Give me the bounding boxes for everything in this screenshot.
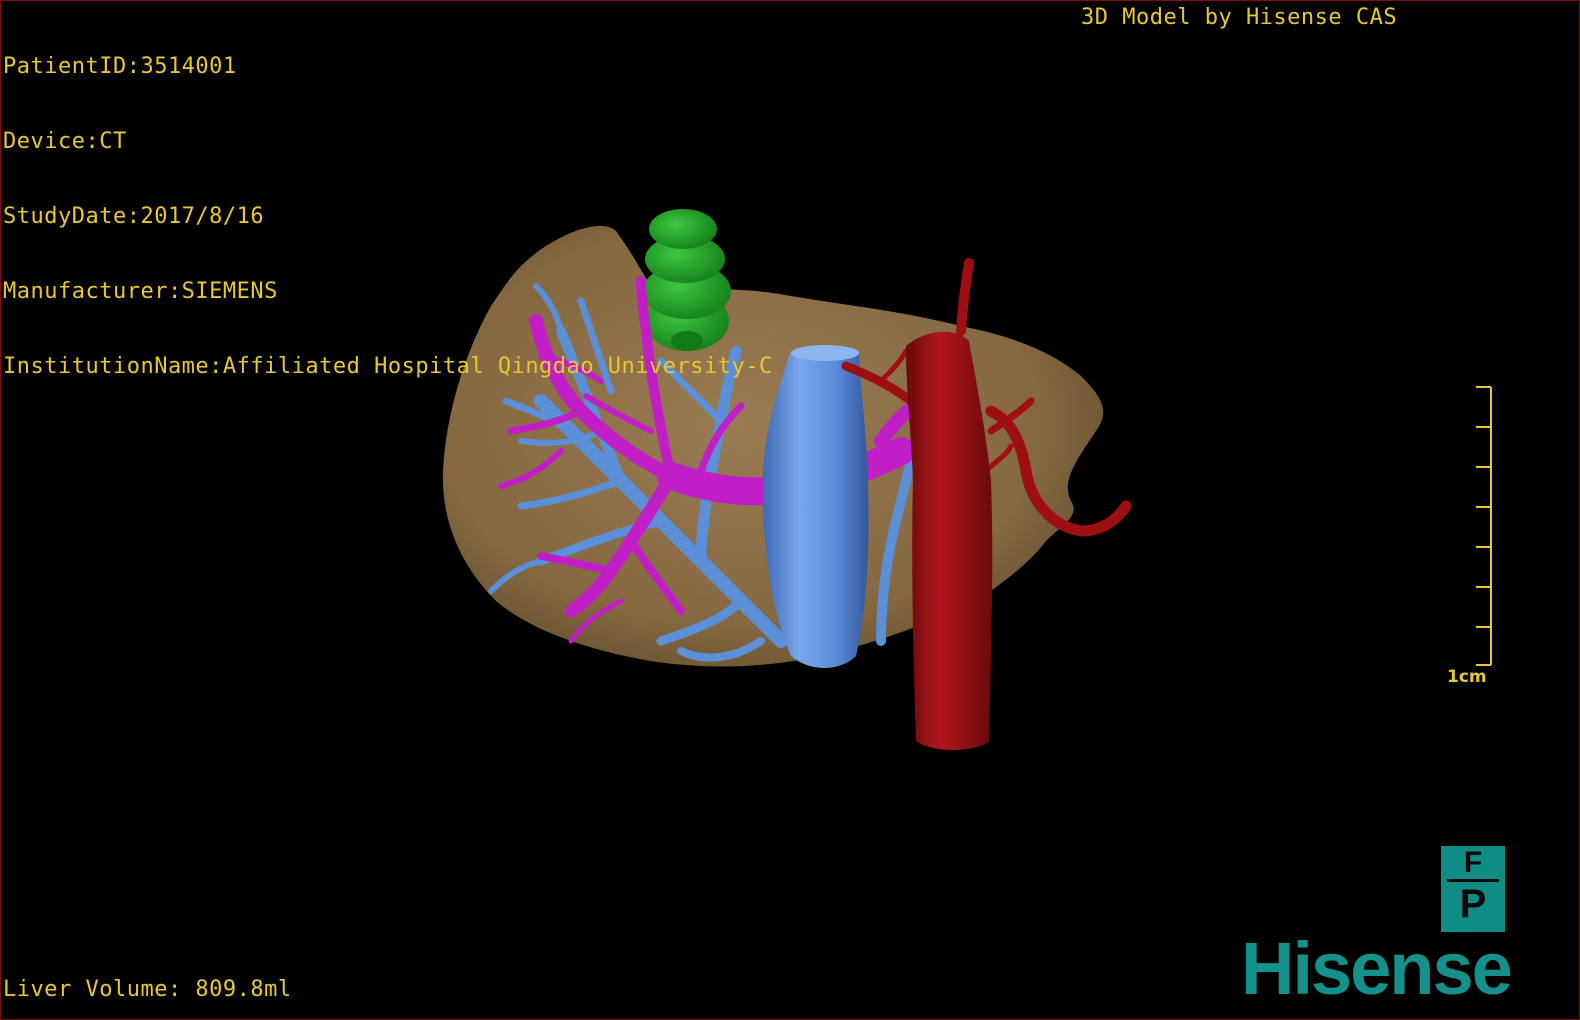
fp-logo: F P — [1441, 846, 1505, 932]
inferior-vena-cava — [762, 345, 869, 669]
hisense-logo: Hisense — [1241, 927, 1513, 1010]
study-date: StudyDate:2017/8/16 — [3, 204, 265, 229]
model-credit: 3D Model by Hisense CAS — [1081, 5, 1398, 30]
institution-name: InstitutionName:Affiliated Hospital Qing… — [3, 354, 773, 379]
3d-viewport[interactable]: PatientID:3514001 Device:CT StudyDate:20… — [0, 0, 1580, 1020]
scale-bar — [1476, 386, 1492, 666]
scale-label: 1cm — [1447, 667, 1487, 687]
patient-id: PatientID:3514001 — [3, 54, 237, 79]
fp-logo-f: F — [1463, 846, 1483, 879]
manufacturer: Manufacturer:SIEMENS — [3, 279, 278, 304]
device: Device:CT — [3, 129, 127, 154]
fp-logo-p: P — [1459, 882, 1487, 926]
study-info: PatientID:3514001 Device:CT StudyDate:20… — [3, 4, 773, 429]
liver-volume: Liver Volume: 809.8ml — [3, 977, 292, 1002]
